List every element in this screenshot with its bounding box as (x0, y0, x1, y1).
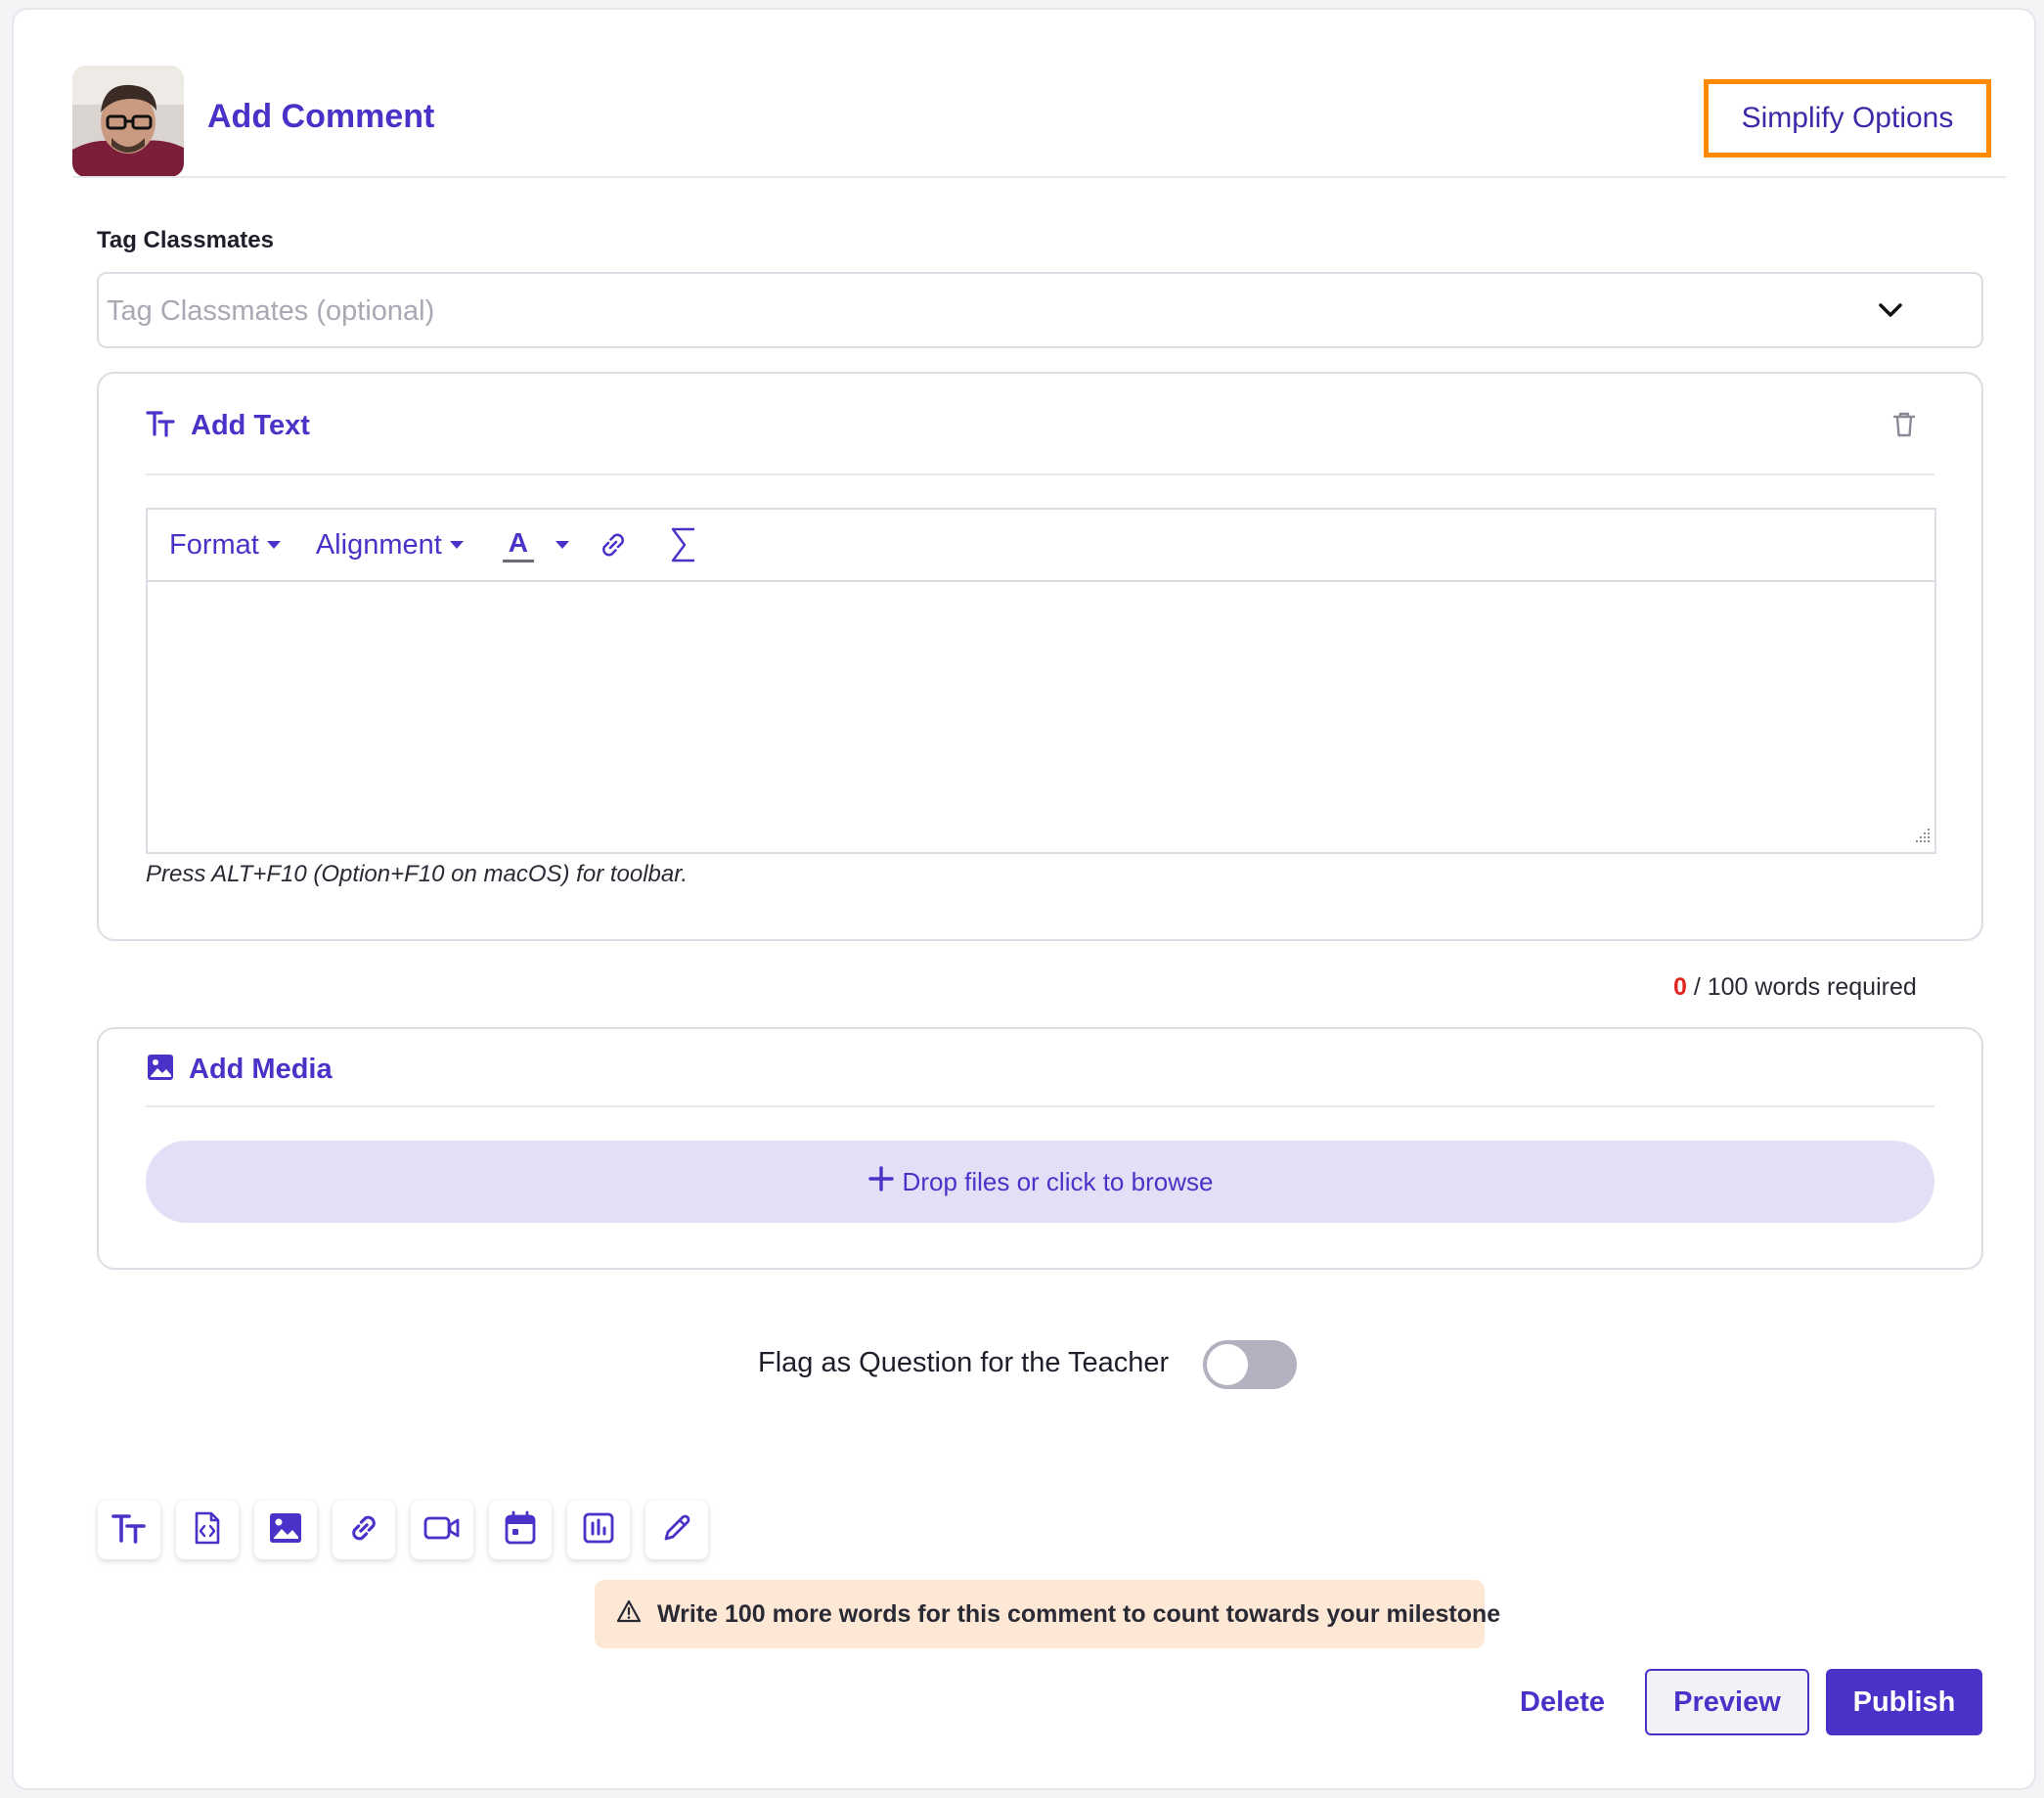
add-video-block-button[interactable] (411, 1501, 473, 1559)
pencil-icon (660, 1511, 693, 1550)
add-drawing-block-button[interactable] (645, 1501, 708, 1559)
image-icon (146, 1053, 175, 1087)
video-icon (423, 1514, 461, 1547)
chevron-down-icon (1876, 295, 1905, 330)
warning-icon (616, 1599, 642, 1630)
text-icon (111, 1511, 148, 1550)
add-text-label: Add Text (191, 410, 310, 441)
page-title: Add Comment (207, 98, 435, 135)
add-media-header: Add Media (146, 1053, 333, 1087)
header-divider (72, 176, 2006, 178)
add-media-panel: Add Media Drop files or click to browse (97, 1027, 1983, 1270)
plus-icon (867, 1165, 895, 1199)
add-chart-block-button[interactable] (567, 1501, 630, 1559)
add-link-block-button[interactable] (333, 1501, 395, 1559)
milestone-warning: Write 100 more words for this comment to… (595, 1580, 1500, 1648)
text-format-icon (146, 409, 177, 443)
tag-classmates-label: Tag Classmates (97, 227, 274, 253)
tag-classmates-placeholder: Tag Classmates (optional) (107, 295, 435, 327)
add-text-header: Add Text (146, 409, 310, 443)
word-count-suffix: / 100 words required (1693, 973, 1917, 1001)
link-icon[interactable] (597, 528, 630, 562)
format-label: Format (169, 528, 259, 561)
alignment-dropdown[interactable]: Alignment (316, 529, 464, 562)
format-dropdown[interactable]: Format (169, 529, 281, 562)
word-count-current: 0 (1673, 973, 1687, 1001)
add-text-block-button[interactable] (98, 1501, 160, 1559)
delete-button[interactable]: Delete (1510, 1670, 1615, 1734)
image-icon (268, 1511, 303, 1550)
embed-code-icon (193, 1510, 222, 1551)
comment-card: Add Comment Simplify Options Tag Classma… (12, 8, 2036, 1790)
font-color-dropdown[interactable]: A (499, 527, 569, 562)
flag-question-toggle[interactable] (1203, 1340, 1297, 1389)
rich-text-editor[interactable]: Format Alignment A (146, 508, 1936, 854)
trash-icon[interactable] (1891, 411, 1917, 443)
add-image-block-button[interactable] (254, 1501, 317, 1559)
caret-down-icon (555, 541, 569, 549)
drop-files-label: Drop files or click to browse (902, 1166, 1214, 1196)
calendar-icon (504, 1510, 537, 1551)
add-event-block-button[interactable] (489, 1501, 552, 1559)
alignment-label: Alignment (315, 528, 442, 561)
caret-down-icon (266, 541, 281, 549)
link-icon (346, 1510, 381, 1551)
add-text-panel: Add Text Format Alignment A Press ALT+F1… (97, 372, 1983, 941)
word-count: 0 / 100 words required (1673, 973, 1917, 1002)
font-color-icon: A (502, 527, 534, 562)
caret-down-icon (449, 541, 464, 549)
block-toolbar (98, 1501, 708, 1559)
chart-icon (582, 1511, 615, 1550)
equation-icon[interactable] (669, 525, 698, 564)
editor-toolbar: Format Alignment A (148, 510, 1934, 582)
add-text-divider (146, 473, 1934, 475)
milestone-warning-text: Write 100 more words for this comment to… (657, 1599, 1501, 1628)
file-drop-zone[interactable]: Drop files or click to browse (146, 1141, 1934, 1223)
preview-button[interactable]: Preview (1645, 1669, 1809, 1735)
add-media-label: Add Media (189, 1054, 333, 1085)
editor-toolbar-hint: Press ALT+F10 (Option+F10 on macOS) for … (146, 861, 689, 887)
avatar (72, 66, 184, 177)
simplify-options-button[interactable]: Simplify Options (1704, 79, 1991, 157)
publish-button[interactable]: Publish (1826, 1669, 1982, 1735)
add-embed-block-button[interactable] (176, 1501, 239, 1559)
flag-question-label: Flag as Question for the Teacher (758, 1347, 1170, 1378)
tag-classmates-select[interactable]: Tag Classmates (optional) (97, 272, 1983, 348)
toggle-knob (1207, 1344, 1248, 1385)
resize-handle-icon[interactable] (1915, 828, 1931, 848)
add-media-divider (146, 1105, 1934, 1107)
